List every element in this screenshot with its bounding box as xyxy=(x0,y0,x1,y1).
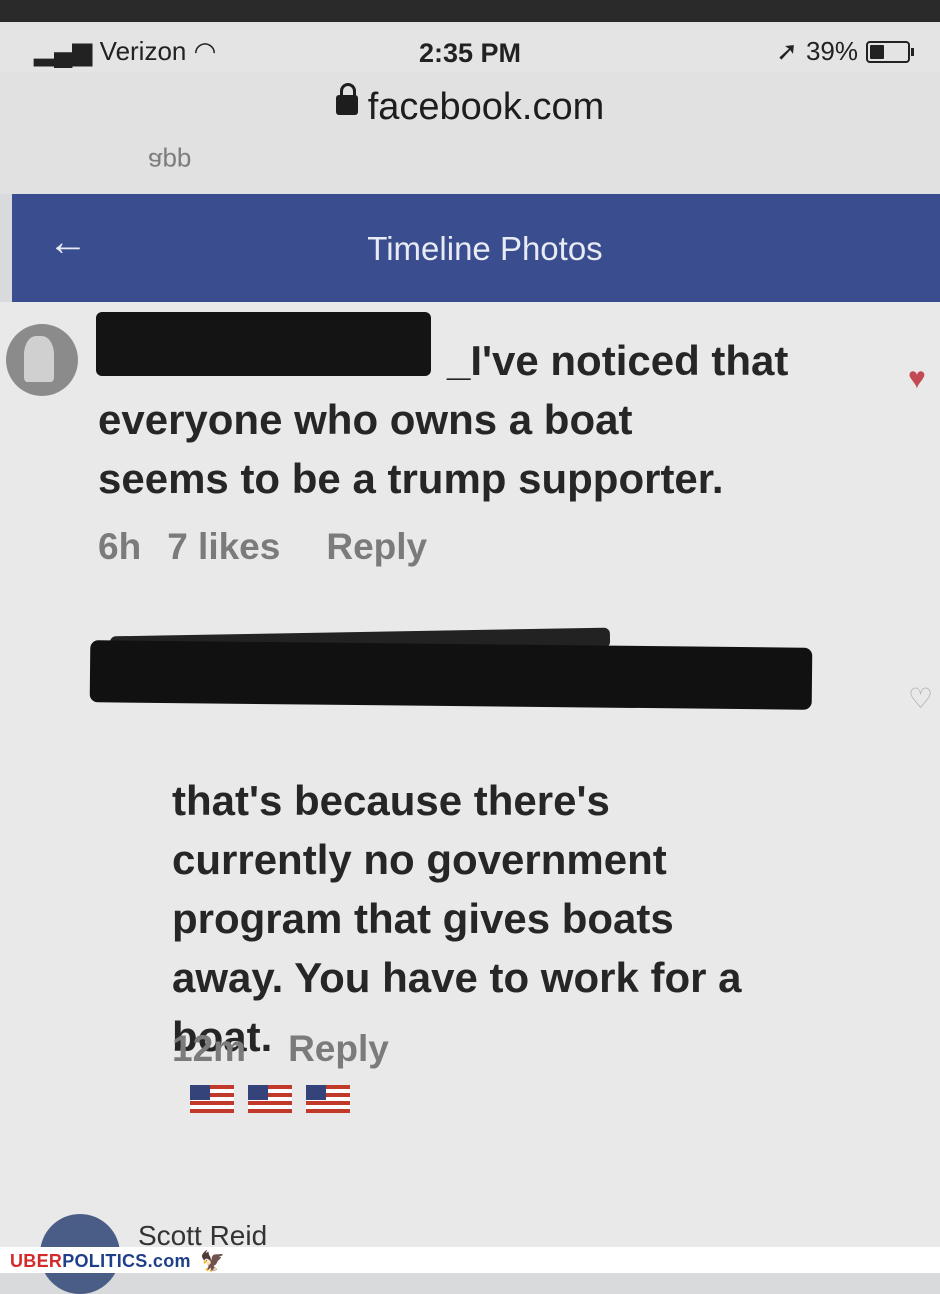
top-sliver xyxy=(0,0,940,22)
status-right: ➚ 39% xyxy=(776,36,914,67)
comment-text-first-line: _I've noticed that xyxy=(447,337,789,384)
battery-fill xyxy=(870,44,884,59)
page-title: Timeline Photos xyxy=(367,230,603,267)
nav-bar: ← Timeline Photos xyxy=(12,194,940,302)
scrolled-text: app xyxy=(148,147,192,177)
us-flag-icon xyxy=(248,1084,292,1113)
redacted-name xyxy=(89,640,813,710)
address-bar[interactable]: facebook.com app xyxy=(0,72,940,194)
comments-area: _I've noticed that everyone who owns a b… xyxy=(0,302,940,1294)
eagle-icon: 🦅 xyxy=(200,1251,225,1273)
location-icon: ➚ xyxy=(776,36,798,66)
us-flag-icon xyxy=(306,1084,350,1113)
reply-button[interactable]: Reply xyxy=(288,1028,389,1070)
battery-icon xyxy=(866,40,914,63)
heart-filled-icon[interactable]: ♥ xyxy=(908,362,926,396)
url-display[interactable]: facebook.com xyxy=(0,82,940,129)
watermark-bar: UBERPOLITICS.com 🦅 xyxy=(0,1247,940,1273)
comment-time: 12m xyxy=(172,1028,247,1069)
avatar[interactable] xyxy=(6,324,78,396)
redacted-name xyxy=(96,312,431,376)
heart-outline-icon[interactable]: ♡ xyxy=(908,682,933,715)
lock-icon xyxy=(335,82,358,115)
reply-button[interactable]: Reply xyxy=(326,526,427,568)
comment-meta: 12m Reply xyxy=(172,1028,389,1070)
comment-time: 6h xyxy=(98,526,142,567)
like-count[interactable]: 7 likes xyxy=(167,526,280,568)
watermark: UBERPOLITICS.com xyxy=(10,1251,191,1271)
battery-percent: 39% xyxy=(805,36,858,66)
comment-meta: 6h 7 likes Reply xyxy=(98,526,427,568)
comment-text: everyone who owns a boat seems to be a t… xyxy=(98,396,724,502)
us-flag-icon xyxy=(190,1084,234,1113)
